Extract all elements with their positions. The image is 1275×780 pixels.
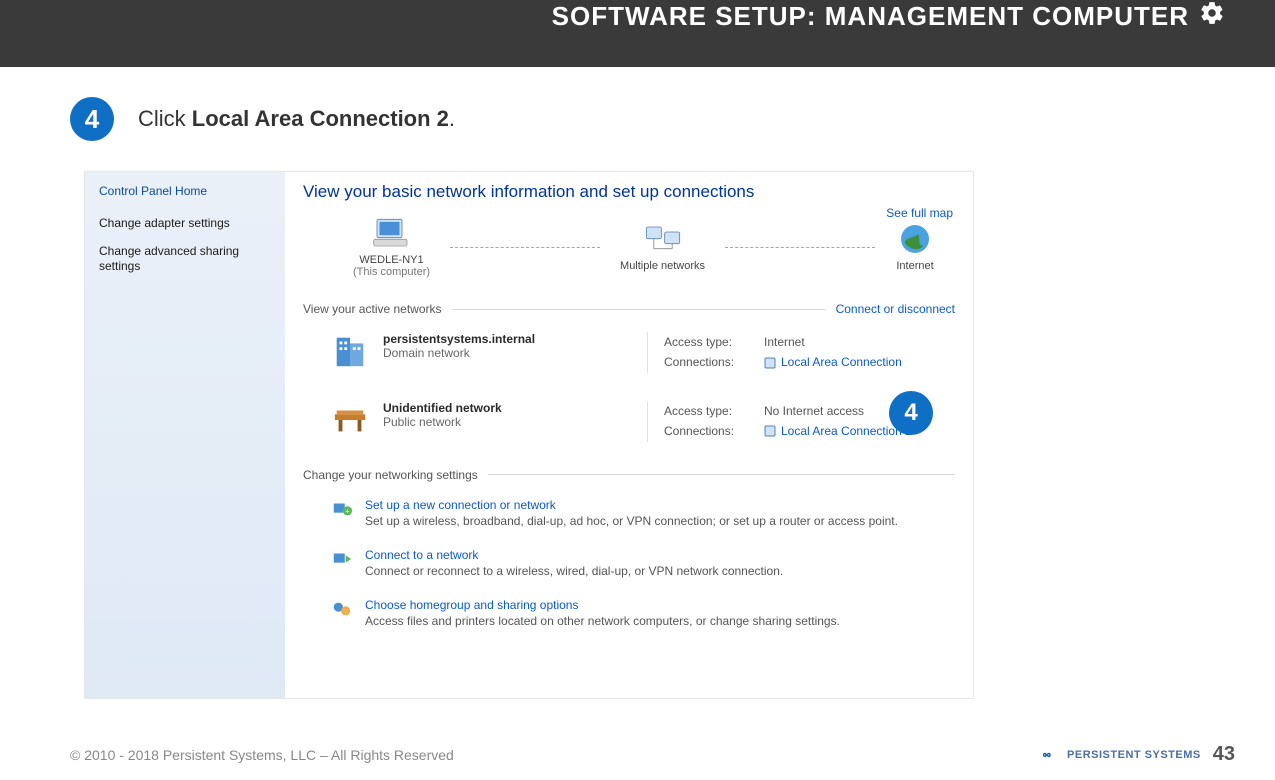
- nic-icon-2: [764, 424, 776, 438]
- control-panel-sidebar: Control Panel Home Change adapter settin…: [85, 172, 285, 698]
- divider: [452, 309, 826, 310]
- connect-or-disconnect-link[interactable]: Connect or disconnect: [836, 302, 955, 316]
- option-setup-connection[interactable]: + Set up a new connection or network Set…: [331, 490, 955, 540]
- net1-access-key: Access type:: [664, 332, 754, 352]
- active-networks-label: View your active networks: [303, 302, 442, 316]
- map-pc-name: WEDLE-NY1: [353, 254, 430, 266]
- network2-name: Unidentified network: [383, 401, 633, 415]
- local-area-connection-link[interactable]: Local Area Connection: [764, 352, 902, 372]
- page-header: SOFTWARE SETUP: MANAGEMENT COMPUTER: [0, 0, 1275, 67]
- network1-type: Domain network: [383, 346, 633, 360]
- homegroup-icon: [331, 598, 353, 620]
- network-icon: [643, 222, 683, 256]
- map-internet: Internet: [895, 222, 935, 272]
- map-pc-sub: (This computer): [353, 266, 430, 278]
- net1-conn-val: Local Area Connection: [781, 352, 902, 372]
- callout-badge: 4: [889, 391, 933, 435]
- opt1-title: Connect to a network: [365, 548, 783, 562]
- logo-icon: [1043, 748, 1061, 762]
- step-row: 4 Click Local Area Connection 2.: [70, 97, 1205, 141]
- control-panel-home-link[interactable]: Control Panel Home: [99, 184, 271, 198]
- connect-network-icon: [331, 548, 353, 570]
- local-area-connection-2-link[interactable]: Local Area Connection 2: [764, 421, 912, 441]
- svg-text:+: +: [345, 506, 349, 515]
- see-full-map-link[interactable]: See full map: [886, 206, 953, 220]
- opt1-desc: Connect or reconnect to a wireless, wire…: [365, 564, 783, 578]
- network2-info: Unidentified network Public network: [383, 401, 633, 429]
- main-heading: View your basic network information and …: [303, 182, 955, 202]
- logo-text: PERSISTENT SYSTEMS: [1067, 749, 1201, 761]
- network2-details: Access type: No Internet access Connecti…: [647, 401, 912, 442]
- globe-icon: [895, 222, 935, 256]
- net2-access-key: Access type:: [664, 401, 754, 421]
- opt2-title: Choose homegroup and sharing options: [365, 598, 840, 612]
- step-number-badge: 4: [70, 97, 114, 141]
- net2-conn-key: Connections:: [664, 421, 754, 441]
- net1-access-val: Internet: [764, 332, 805, 352]
- opt0-title: Set up a new connection or network: [365, 498, 898, 512]
- step-suffix: .: [449, 106, 455, 131]
- page-number: 43: [1213, 743, 1235, 766]
- map-this-computer: WEDLE-NY1 (This computer): [353, 216, 430, 278]
- setup-connection-icon: +: [331, 498, 353, 520]
- main-panel: View your basic network information and …: [285, 172, 973, 698]
- network-entry-domain: persistentsystems.internal Domain networ…: [303, 316, 955, 385]
- map-multi-label: Multiple networks: [620, 260, 705, 272]
- change-settings-header: Change your networking settings: [303, 468, 955, 482]
- screenshot-panel: Control Panel Home Change adapter settin…: [84, 171, 974, 699]
- divider-2: [488, 474, 955, 475]
- network-map: WEDLE-NY1 (This computer) Multiple netwo…: [303, 216, 955, 288]
- map-connector-2: [725, 247, 875, 248]
- map-multiple-networks: Multiple networks: [620, 222, 705, 272]
- change-settings-label: Change your networking settings: [303, 468, 478, 482]
- persistent-systems-logo: PERSISTENT SYSTEMS: [1043, 748, 1201, 762]
- network-entry-public: Unidentified network Public network Acce…: [303, 385, 955, 454]
- change-adapter-settings-link[interactable]: Change adapter settings: [99, 216, 271, 232]
- net2-access-val: No Internet access: [764, 401, 864, 421]
- settings-options-list: + Set up a new connection or network Set…: [303, 482, 955, 640]
- page-title-wrap: SOFTWARE SETUP: MANAGEMENT COMPUTER: [552, 0, 1225, 33]
- content-area: 4 Click Local Area Connection 2. Control…: [0, 67, 1275, 699]
- opt2-desc: Access files and printers located on oth…: [365, 614, 840, 628]
- page-title: SOFTWARE SETUP: MANAGEMENT COMPUTER: [552, 1, 1189, 32]
- copyright-text: © 2010 - 2018 Persistent Systems, LLC – …: [70, 747, 454, 763]
- network1-details: Access type: Internet Connections: Local…: [647, 332, 902, 373]
- map-connector: [450, 247, 600, 248]
- active-networks-header: View your active networks Connect or dis…: [303, 302, 955, 316]
- nic-icon: [764, 356, 776, 370]
- network2-type: Public network: [383, 415, 633, 429]
- network1-info: persistentsystems.internal Domain networ…: [383, 332, 633, 360]
- step-bold: Local Area Connection 2: [192, 106, 449, 131]
- bench-icon: [331, 401, 369, 439]
- settings-icon: [1199, 0, 1225, 33]
- option-connect-network[interactable]: Connect to a network Connect or reconnec…: [331, 540, 955, 590]
- opt0-desc: Set up a wireless, broadband, dial-up, a…: [365, 514, 898, 528]
- step-prefix: Click: [138, 106, 192, 131]
- building-icon: [331, 332, 369, 370]
- network1-name: persistentsystems.internal: [383, 332, 633, 346]
- option-homegroup[interactable]: Choose homegroup and sharing options Acc…: [331, 590, 955, 640]
- net1-conn-key: Connections:: [664, 352, 754, 372]
- page-footer: © 2010 - 2018 Persistent Systems, LLC – …: [70, 743, 1235, 766]
- map-internet-label: Internet: [895, 260, 935, 272]
- change-advanced-sharing-link[interactable]: Change advanced sharing settings: [99, 244, 271, 275]
- step-instruction: Click Local Area Connection 2.: [138, 106, 455, 132]
- computer-icon: [372, 216, 412, 250]
